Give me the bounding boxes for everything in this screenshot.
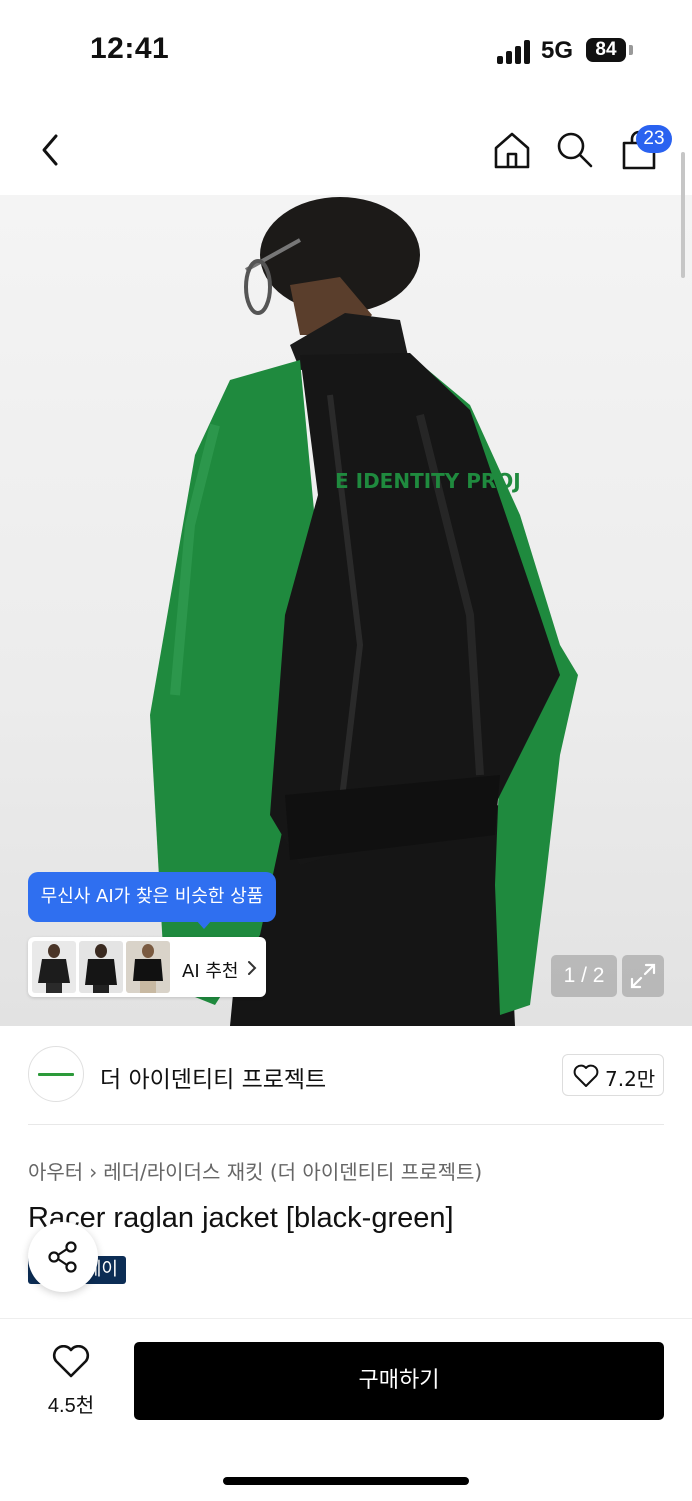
breadcrumb: 아우터 › 레더/라이더스 재킷 (더 아이덴티티 프로젝트)	[28, 1156, 482, 1185]
search-icon	[557, 132, 593, 168]
brand-like-button[interactable]: 7.2만	[562, 1054, 664, 1096]
home-indicator	[223, 1477, 469, 1485]
signal-icon	[497, 40, 533, 64]
wishlist-count: 4.5천	[47, 1395, 95, 1417]
bottom-action-bar: 4.5천 구매하기	[0, 1318, 692, 1501]
chevron-left-icon	[42, 134, 58, 166]
expand-image-button[interactable]	[622, 955, 664, 997]
divider	[28, 1124, 664, 1125]
brand-row[interactable]: 더 아이덴티티 프로젝트 7.2만	[28, 1046, 664, 1106]
battery-tip	[629, 45, 633, 55]
expand-icon	[630, 963, 656, 989]
chevron-right-icon: ›	[89, 1160, 98, 1184]
battery-icon: 84	[586, 38, 626, 62]
share-button[interactable]	[28, 1222, 98, 1292]
scroll-indicator	[681, 152, 685, 278]
ai-recommend-strip[interactable]: AI 추천	[28, 937, 266, 997]
similar-product-thumb[interactable]	[126, 941, 170, 993]
similar-product-thumb[interactable]	[32, 941, 76, 993]
ai-similar-tooltip: 무신사 AI가 찾은 비슷한 상품	[28, 872, 276, 922]
network-type: 5G	[541, 37, 574, 64]
search-button[interactable]	[550, 125, 600, 175]
image-page-indicator: 1 / 2	[551, 955, 617, 997]
home-button[interactable]	[487, 125, 537, 175]
home-icon	[494, 132, 530, 169]
status-bar: 12:41 5G 84	[0, 0, 692, 100]
heart-icon	[573, 1064, 599, 1087]
breadcrumb-item[interactable]: 레더/라이더스 재킷 (더 아이덴티티 프로젝트)	[103, 1160, 482, 1184]
brand-name[interactable]: 더 아이덴티티 프로젝트	[100, 1060, 326, 1094]
chevron-right-icon	[248, 961, 257, 975]
jacket-print-text: E IDENTITY PROJ	[335, 469, 521, 493]
product-title: Racer raglan jacket [black-green]	[28, 1202, 454, 1234]
brand-logo[interactable]	[28, 1046, 84, 1102]
cart-count-badge: 23	[636, 125, 672, 153]
wishlist-button[interactable]: 4.5천	[36, 1344, 106, 1418]
brand-like-count: 7.2만	[605, 1067, 656, 1091]
ai-recommend-label[interactable]: AI 추천	[182, 957, 238, 983]
heart-icon	[52, 1344, 90, 1378]
buy-button[interactable]: 구매하기	[134, 1342, 664, 1420]
tooltip-arrow	[196, 920, 212, 929]
status-time: 12:41	[90, 32, 170, 65]
share-icon	[48, 1241, 77, 1273]
breadcrumb-item[interactable]: 아우터	[28, 1160, 83, 1184]
similar-product-thumb[interactable]	[79, 941, 123, 993]
back-button[interactable]	[25, 125, 75, 175]
